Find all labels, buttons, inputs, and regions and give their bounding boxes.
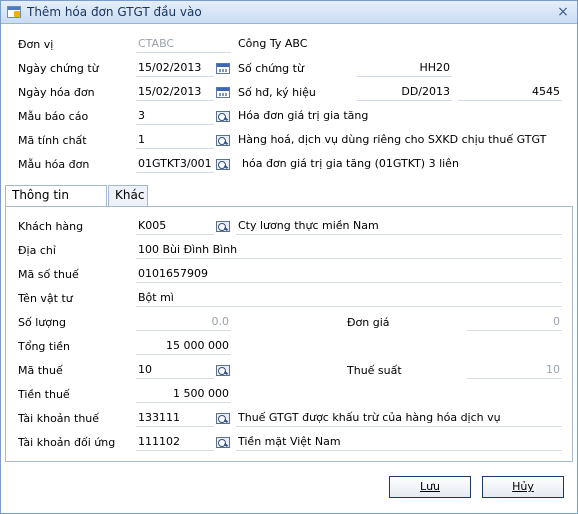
tk-thue-desc: Thuế GTGT được khấu trừ của hàng hóa dịc…	[236, 410, 562, 427]
lookup-icon[interactable]	[216, 159, 230, 170]
lookup-icon[interactable]	[216, 437, 230, 448]
don-gia-label: Đơn giá	[347, 316, 390, 329]
ma-thue-field[interactable]: 10	[136, 362, 214, 379]
lookup-icon[interactable]	[216, 221, 230, 232]
mau-hoa-don-label: Mẫu hóa đơn	[18, 158, 90, 171]
khach-hang-name: Cty lương thực miền Nam	[236, 218, 562, 235]
cancel-button[interactable]: Hủy	[482, 476, 564, 498]
tong-tien-field[interactable]: 15 000 000	[136, 338, 231, 355]
tk-thue-field[interactable]: 133111	[136, 410, 214, 427]
ma-tinh-chat-label: Mã tính chất	[18, 134, 87, 147]
tk-thue-label: Tài khoản thuế	[18, 412, 100, 425]
ten-vat-tu-label: Tên vật tư	[18, 292, 73, 305]
ma-thue-label: Mã thuế	[18, 364, 63, 377]
thue-suat-label: Thuế suất	[347, 364, 402, 377]
window-title: Thêm hóa đơn GTGT đầu vào	[27, 5, 202, 19]
lookup-icon[interactable]	[216, 135, 230, 146]
so-chung-tu-label: Số chứng từ	[238, 62, 304, 75]
ma-tinh-chat-desc: Hàng hoá, dịch vụ dùng riêng cho SXKD ch…	[238, 133, 547, 146]
dia-chi-field[interactable]: 100 Bùi Đình Bình	[136, 242, 562, 259]
ngay-chung-tu-label: Ngày chứng từ	[18, 62, 99, 75]
so-luong-field[interactable]: 0.0	[136, 314, 231, 331]
tong-tien-label: Tổng tiền	[18, 340, 71, 353]
mau-hoa-don-field[interactable]: 01GTKT3/001	[136, 156, 214, 173]
tk-doi-ung-field[interactable]: 111102	[136, 434, 214, 451]
ngay-hoa-don-field[interactable]: 15/02/2013	[136, 84, 214, 101]
tk-doi-ung-label: Tài khoản đối ứng	[18, 436, 116, 449]
lookup-icon[interactable]	[216, 111, 230, 122]
khach-hang-field[interactable]: K005	[136, 218, 214, 235]
don-vi-code-field[interactable]: CTABC	[136, 36, 231, 53]
invoice-form-icon	[7, 6, 21, 18]
tab-thong-tin-chinh[interactable]: Thông tin chính	[5, 185, 107, 221]
ten-vat-tu-field[interactable]: Bột mì	[136, 290, 562, 307]
mau-bao-cao-field[interactable]: 3	[136, 108, 214, 125]
calendar-icon[interactable]	[216, 63, 230, 74]
tk-doi-ung-desc: Tiền mặt Việt Nam	[236, 434, 562, 451]
ma-so-thue-label: Mã số thuế	[18, 268, 79, 281]
lookup-icon[interactable]	[216, 413, 230, 424]
so-hoa-don-field[interactable]: 4545	[458, 84, 562, 101]
mau-hoa-don-desc: hóa đơn giá trị gia tăng (01GTKT) 3 liên	[242, 157, 459, 170]
close-button[interactable]: ×	[555, 4, 571, 20]
tien-thue-label: Tiền thuế	[18, 388, 70, 401]
mau-bao-cao-label: Mẫu báo cáo	[18, 110, 89, 123]
dia-chi-label: Địa chỉ	[18, 244, 56, 257]
so-ky-hieu-label: Số hđ, ký hiệu	[238, 86, 316, 99]
ngay-chung-tu-field[interactable]: 15/02/2013	[136, 60, 214, 77]
ky-hieu-field[interactable]: DD/2013	[357, 84, 452, 101]
tab-khac[interactable]: Khác	[108, 185, 148, 206]
tien-thue-field[interactable]: 1 500 000	[136, 386, 231, 403]
lookup-icon[interactable]	[216, 365, 230, 376]
dialog-window: Thêm hóa đơn GTGT đầu vào × Đơn vị CTABC…	[0, 0, 578, 514]
thue-suat-field: 10	[467, 362, 562, 379]
so-luong-label: Số lượng	[18, 316, 66, 329]
don-vi-label: Đơn vị	[18, 38, 54, 51]
ma-tinh-chat-field[interactable]: 1	[136, 132, 214, 149]
mau-bao-cao-desc: Hóa đơn giá trị gia tăng	[238, 109, 369, 122]
calendar-icon[interactable]	[216, 87, 230, 98]
so-chung-tu-field[interactable]: HH20	[357, 60, 452, 77]
khach-hang-label: Khách hàng	[18, 220, 84, 233]
ma-so-thue-field[interactable]: 0101657909	[136, 266, 562, 283]
title-bar[interactable]: Thêm hóa đơn GTGT đầu vào ×	[1, 1, 577, 24]
ngay-hoa-don-label: Ngày hóa đơn	[18, 86, 95, 99]
save-button[interactable]: Lưu	[389, 476, 471, 498]
don-vi-name: Công Ty ABC	[238, 37, 308, 50]
don-gia-field[interactable]: 0	[467, 314, 562, 331]
